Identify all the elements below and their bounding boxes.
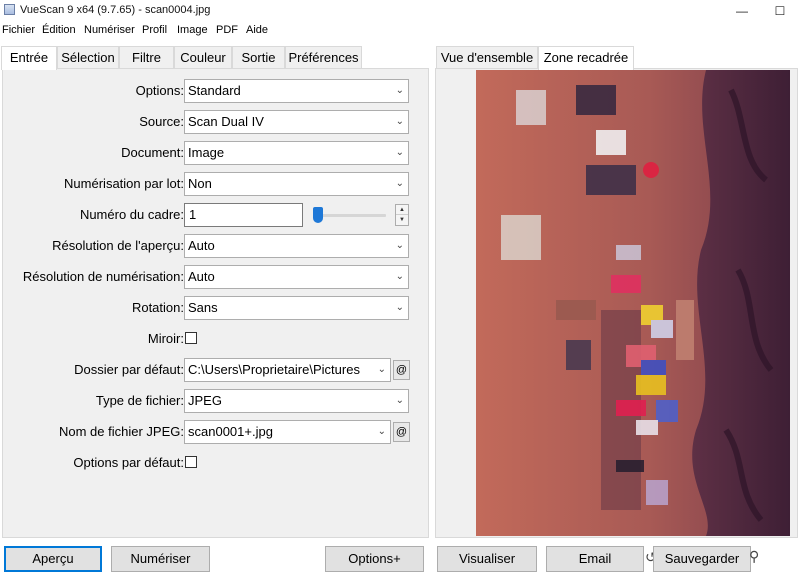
- tab-vue-ensemble[interactable]: Vue d'ensemble: [436, 46, 538, 69]
- default-options-row: Options par défaut:: [3, 451, 430, 475]
- mirror-label: Miroir:: [147, 331, 184, 346]
- default-folder-select[interactable]: C:\Users\Proprietaire\Pictures ⌄: [184, 358, 391, 382]
- chevron-down-icon: ⌄: [395, 302, 404, 313]
- app-icon: [4, 4, 15, 15]
- batch-label: Numérisation par lot:: [64, 176, 184, 191]
- default-folder-at-button[interactable]: @: [393, 360, 410, 380]
- scan-res-value: Auto: [188, 269, 215, 284]
- file-type-row: Type de fichier: JPEG ⌄: [3, 389, 430, 413]
- scan-res-label: Résolution de numérisation:: [22, 269, 184, 284]
- options-plus-button[interactable]: Options+: [325, 546, 424, 572]
- mirror-checkbox[interactable]: [185, 332, 197, 344]
- settings-panel: Options: Standard ⌄ Source: Scan Dual IV…: [2, 68, 429, 538]
- rotation-label: Rotation:: [131, 300, 184, 315]
- scan-preview-image[interactable]: [476, 70, 790, 536]
- tab-entree[interactable]: Entrée: [1, 46, 57, 70]
- tab-sortie[interactable]: Sortie: [232, 46, 285, 69]
- preview-res-row: Résolution de l'aperçu: Auto ⌄: [3, 234, 430, 258]
- tab-filtre[interactable]: Filtre: [119, 46, 174, 69]
- frame-row: Numéro du cadre: 1 ▲ ▼: [3, 203, 430, 227]
- preview-button[interactable]: Aperçu: [4, 546, 102, 572]
- jpeg-name-select[interactable]: scan0001+.jpg ⌄: [184, 420, 391, 444]
- chevron-down-icon: ⌄: [395, 395, 404, 406]
- rotation-value: Sans: [188, 300, 218, 315]
- maximize-button[interactable]: ☐: [760, 0, 800, 21]
- preview-res-select[interactable]: Auto ⌄: [184, 234, 409, 258]
- frame-number-input[interactable]: 1: [184, 203, 303, 227]
- chevron-down-icon: ⌄: [395, 85, 404, 96]
- source-label: Source:: [139, 114, 184, 129]
- spin-up-icon[interactable]: ▲: [396, 205, 408, 215]
- document-value: Image: [188, 145, 225, 160]
- chevron-down-icon: ⌄: [395, 178, 404, 189]
- minimize-button[interactable]: —: [722, 0, 762, 21]
- mirror-row: Miroir:: [3, 327, 430, 351]
- rotation-row: Rotation: Sans ⌄: [3, 296, 430, 320]
- chevron-down-icon: ⌄: [395, 116, 404, 127]
- options-row: Options: Standard ⌄: [3, 79, 430, 103]
- source-row: Source: Scan Dual IV ⌄: [3, 110, 430, 134]
- view-button[interactable]: Visualiser: [437, 546, 537, 572]
- jpeg-name-label: Nom de fichier JPEG:: [59, 424, 184, 439]
- menu-image[interactable]: Image: [177, 24, 208, 36]
- chevron-down-icon: ⌄: [395, 240, 404, 251]
- file-type-select[interactable]: JPEG ⌄: [184, 389, 409, 413]
- document-row: Document: Image ⌄: [3, 141, 430, 165]
- default-folder-label: Dossier par défaut:: [74, 362, 184, 377]
- options-select[interactable]: Standard ⌄: [184, 79, 409, 103]
- rotation-select[interactable]: Sans ⌄: [184, 296, 409, 320]
- preview-res-value: Auto: [188, 238, 215, 253]
- menu-edition[interactable]: Édition: [42, 24, 76, 36]
- jpeg-name-at-button[interactable]: @: [393, 422, 410, 442]
- preview-res-label: Résolution de l'aperçu:: [52, 238, 184, 253]
- options-value: Standard: [188, 83, 241, 98]
- menu-pdf[interactable]: PDF: [216, 24, 238, 36]
- scan-res-select[interactable]: Auto ⌄: [184, 265, 409, 289]
- title-bar: VueScan 9 x64 (9.7.65) - scan0004.jpg — …: [0, 0, 800, 21]
- tab-preferences[interactable]: Préférences: [285, 46, 362, 69]
- tab-couleur[interactable]: Couleur: [174, 46, 232, 69]
- jpeg-name-row: Nom de fichier JPEG: scan0001+.jpg ⌄ @: [3, 420, 430, 444]
- options-label: Options:: [135, 83, 184, 98]
- menu-profil[interactable]: Profil: [142, 24, 167, 36]
- default-folder-value: C:\Users\Proprietaire\Pictures: [188, 362, 360, 377]
- default-folder-row: Dossier par défaut: C:\Users\Proprietair…: [3, 358, 430, 382]
- document-select[interactable]: Image ⌄: [184, 141, 409, 165]
- default-options-checkbox[interactable]: [185, 456, 197, 468]
- scan-button[interactable]: Numériser: [111, 546, 210, 572]
- file-type-label: Type de fichier:: [95, 393, 184, 408]
- frame-slider-track[interactable]: [320, 214, 386, 217]
- spin-down-icon[interactable]: ▼: [396, 215, 408, 225]
- frame-spinner[interactable]: ▲ ▼: [395, 204, 409, 226]
- document-label: Document:: [121, 145, 184, 160]
- tab-selection[interactable]: Sélection: [57, 46, 119, 69]
- chevron-down-icon: ⌄: [377, 364, 386, 375]
- frame-label: Numéro du cadre:: [79, 207, 184, 222]
- menu-bar: Fichier Édition Numériser Profil Image P…: [0, 22, 800, 40]
- email-button[interactable]: Email: [546, 546, 644, 572]
- search-icon[interactable]: ⚲: [749, 548, 759, 565]
- batch-row: Numérisation par lot: Non ⌄: [3, 172, 430, 196]
- batch-select[interactable]: Non ⌄: [184, 172, 409, 196]
- menu-fichier[interactable]: Fichier: [2, 24, 35, 36]
- batch-value: Non: [188, 176, 212, 191]
- scan-res-row: Résolution de numérisation: Auto ⌄: [3, 265, 430, 289]
- menu-aide[interactable]: Aide: [246, 24, 268, 36]
- menu-numeriser[interactable]: Numériser: [84, 24, 135, 36]
- source-value: Scan Dual IV: [188, 114, 264, 129]
- default-options-label: Options par défaut:: [73, 455, 184, 470]
- file-type-value: JPEG: [188, 393, 222, 408]
- tab-zone-recadree[interactable]: Zone recadrée: [538, 46, 634, 70]
- chevron-down-icon: ⌄: [377, 426, 386, 437]
- frame-slider-thumb[interactable]: [313, 207, 323, 223]
- scan-preview-photo: [476, 70, 790, 536]
- chevron-down-icon: ⌄: [395, 271, 404, 282]
- jpeg-name-value: scan0001+.jpg: [188, 424, 273, 439]
- chevron-down-icon: ⌄: [395, 147, 404, 158]
- save-button[interactable]: Sauvegarder: [653, 546, 751, 572]
- window-title: VueScan 9 x64 (9.7.65) - scan0004.jpg: [20, 4, 211, 16]
- source-select[interactable]: Scan Dual IV ⌄: [184, 110, 409, 134]
